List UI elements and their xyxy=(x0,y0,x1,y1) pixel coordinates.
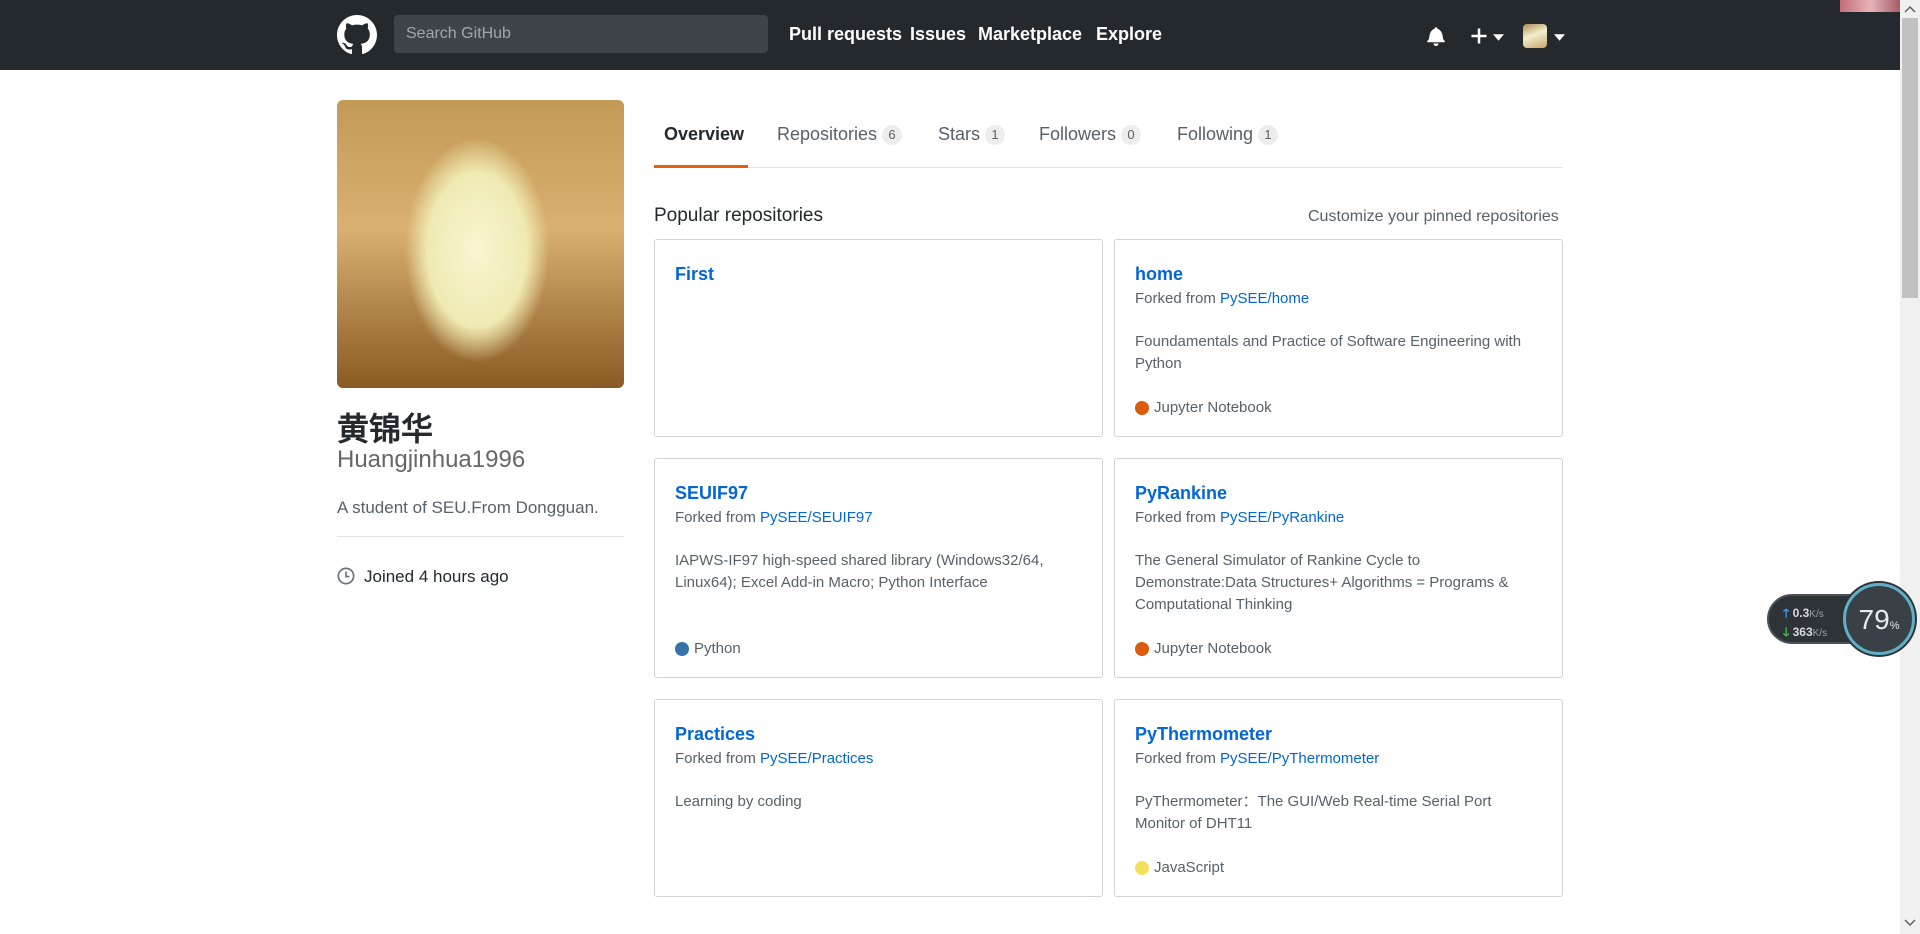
repo-card: Practices Forked from PySEE/Practices Le… xyxy=(654,699,1103,897)
repo-language: Jupyter Notebook xyxy=(1135,399,1272,416)
tab-repositories[interactable]: Repositories 6 xyxy=(777,124,903,145)
profile-bio: A student of SEU.From Dongguan. xyxy=(337,498,599,517)
github-logo-icon[interactable] xyxy=(337,15,377,55)
language-color-dot xyxy=(675,641,689,656)
following-count-badge: 1 xyxy=(1258,124,1279,145)
customize-pinned-link[interactable]: Customize your pinned repositories xyxy=(1308,208,1559,226)
joined-time: 4 hours ago xyxy=(418,567,509,586)
forked-from: Forked from PySEE/SEUIF97 xyxy=(675,509,873,526)
repo-name-link[interactable]: Practices xyxy=(675,724,755,745)
tab-following[interactable]: Following 1 xyxy=(1177,124,1279,145)
plus-icon[interactable] xyxy=(1469,26,1489,46)
repo-name-link[interactable]: PyRankine xyxy=(1135,483,1227,504)
language-color-dot xyxy=(1135,860,1149,875)
upload-speed: 🡑 0.3K/s xyxy=(1783,606,1824,620)
bell-icon[interactable] xyxy=(1426,26,1446,46)
repo-name-link[interactable]: home xyxy=(1135,264,1183,285)
profile-divider xyxy=(337,536,624,537)
avatar[interactable] xyxy=(1523,24,1547,48)
repo-card: PyThermometer Forked from PySEE/PyThermo… xyxy=(1114,699,1563,897)
upload-arrow-icon: 🡑 xyxy=(1783,606,1790,620)
nav-pull-requests[interactable]: Pull requests xyxy=(789,24,902,45)
nav-marketplace[interactable]: Marketplace xyxy=(978,24,1082,45)
top-header: Pull requests Issues Marketplace Explore xyxy=(0,0,1900,70)
repo-description: The General Simulator of Rankine Cycle t… xyxy=(1135,552,1509,613)
fork-source-link[interactable]: PySEE/home xyxy=(1220,290,1309,307)
scroll-down-arrow-icon[interactable] xyxy=(1904,918,1916,928)
joined-date: Joined 4 hours ago xyxy=(364,567,509,586)
repo-description: PyThermometer：The GUI/Web Real-time Seri… xyxy=(1135,793,1492,832)
repo-card: PyRankine Forked from PySEE/PyRankine Th… xyxy=(1114,458,1563,678)
fork-source-link[interactable]: PySEE/Practices xyxy=(760,750,873,767)
stars-count-badge: 1 xyxy=(985,124,1006,145)
profile-photo[interactable] xyxy=(337,100,624,388)
fork-source-link[interactable]: PySEE/PyThermometer xyxy=(1220,750,1379,767)
followers-count-badge: 0 xyxy=(1121,124,1142,145)
language-color-dot xyxy=(1135,400,1149,415)
download-arrow-icon: 🡓 xyxy=(1783,625,1790,639)
repo-language: Jupyter Notebook xyxy=(1135,640,1272,657)
scroll-up-arrow-icon[interactable] xyxy=(1904,4,1916,14)
usage-percent: 79% xyxy=(1858,604,1900,635)
profile-name: 黄锦华 xyxy=(337,410,434,448)
forked-from: Forked from PySEE/Practices xyxy=(675,750,874,767)
forked-from: Forked from PySEE/home xyxy=(1135,290,1310,307)
repo-name-link[interactable]: First xyxy=(675,264,714,285)
tab-stars[interactable]: Stars 1 xyxy=(938,124,1006,145)
repo-name-link[interactable]: PyThermometer xyxy=(1135,724,1272,745)
repo-card: home Forked from PySEE/home Foundamental… xyxy=(1114,239,1563,437)
forked-from: Forked from PySEE/PyRankine xyxy=(1135,509,1345,526)
popular-repositories-title: Popular repositories xyxy=(654,205,823,226)
tab-followers[interactable]: Followers 0 xyxy=(1039,124,1142,145)
active-tab-indicator xyxy=(654,165,748,168)
fork-source-link[interactable]: PySEE/SEUIF97 xyxy=(760,509,873,526)
repo-description: IAPWS-IF97 high-speed shared library (Wi… xyxy=(675,552,1044,591)
tab-overview[interactable]: Overview xyxy=(664,124,744,145)
repo-language: JavaScript xyxy=(1135,859,1224,876)
nav-explore[interactable]: Explore xyxy=(1096,24,1162,45)
nav-issues[interactable]: Issues xyxy=(910,24,966,45)
fork-source-link[interactable]: PySEE/PyRankine xyxy=(1220,509,1344,526)
chevron-down-icon[interactable] xyxy=(1554,34,1565,41)
repo-description: Learning by coding xyxy=(675,793,802,810)
clock-icon xyxy=(337,567,355,585)
usage-gauge[interactable]: 79% xyxy=(1843,583,1915,655)
scrollbar-thumb[interactable] xyxy=(1902,18,1918,298)
repo-card: SEUIF97 Forked from PySEE/SEUIF97 IAPWS-… xyxy=(654,458,1103,678)
profile-username: Huangjinhua1996 xyxy=(337,446,526,473)
repositories-count-badge: 6 xyxy=(882,124,903,145)
language-color-dot xyxy=(1135,641,1149,656)
repo-card: First xyxy=(654,239,1103,437)
repo-description: Foundamentals and Practice of Software E… xyxy=(1135,333,1522,372)
forked-from: Forked from PySEE/PyThermometer xyxy=(1135,750,1380,767)
repo-language: Python xyxy=(675,640,741,657)
chevron-down-icon[interactable] xyxy=(1493,34,1504,41)
search-input[interactable] xyxy=(394,15,768,53)
tabs-divider xyxy=(654,167,1563,168)
corner-avatar-thumbnail xyxy=(1840,0,1900,12)
repo-name-link[interactable]: SEUIF97 xyxy=(675,483,748,504)
download-speed: 🡓 363K/s xyxy=(1783,625,1828,639)
